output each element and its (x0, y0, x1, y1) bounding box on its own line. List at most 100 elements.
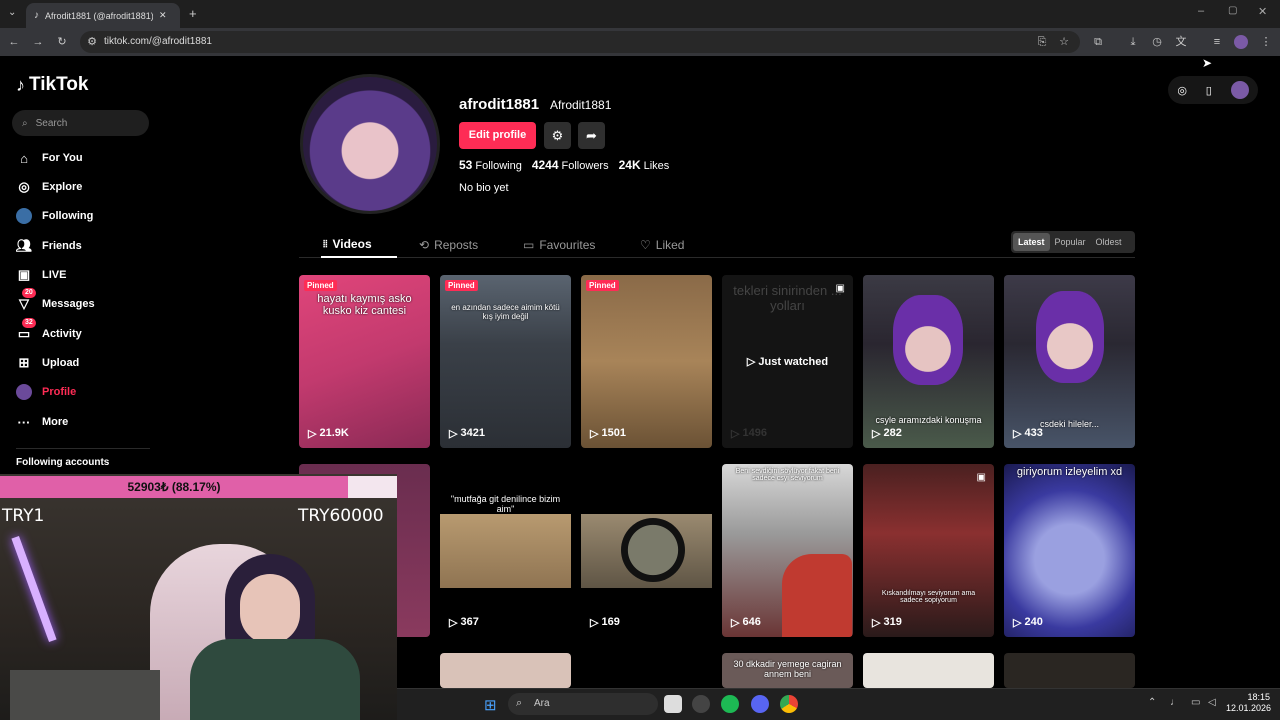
scope-graphic (621, 518, 685, 582)
share-button[interactable]: ➦ (578, 122, 605, 149)
tiktok-logo[interactable]: ♪ TikTok (16, 74, 88, 96)
video-thumbnail[interactable]: tekleri sinirinden ... yolları ▣ ▷ Just … (722, 275, 853, 448)
sort-latest[interactable]: Latest (1013, 233, 1050, 251)
followers-stat[interactable]: 4244 Followers (532, 158, 609, 172)
tab-reposts[interactable]: ⟲ Reposts (419, 232, 478, 258)
maximize-icon[interactable]: ▢ (1228, 5, 1237, 16)
chrome-icon[interactable] (780, 695, 798, 713)
site-info-icon[interactable]: ⚙ (84, 34, 100, 50)
video-thumbnail[interactable]: Pinned en azından sadece aimim kötü kış … (440, 275, 571, 448)
tray-chevron-icon[interactable]: ⌃ (1148, 697, 1156, 708)
view-count: ▷ 319 (872, 616, 902, 629)
edit-profile-button[interactable]: Edit profile (459, 122, 536, 149)
video-thumbnail[interactable] (1004, 653, 1135, 688)
video-thumbnail[interactable]: csdeki hileler... ▷ 433 (1004, 275, 1135, 448)
streamer-body (190, 639, 360, 720)
view-count: ▷ 1501 (590, 427, 626, 440)
address-bar[interactable]: tiktok.com/@afrodit1881 (80, 31, 1080, 53)
tab-videos[interactable]: ⦙⦙ Videos (321, 232, 397, 258)
view-count: ▷ 3421 (449, 427, 485, 440)
following-stat[interactable]: 53 Following (459, 158, 522, 172)
settings-button[interactable]: ⚙ (544, 122, 571, 149)
sidebar-item-messages[interactable]: ▽ 20 Messages (16, 288, 95, 315)
close-window-icon[interactable]: ✕ (1258, 5, 1267, 18)
following-label: Following (475, 160, 522, 172)
tab-favourites[interactable]: ▭ Favourites (523, 232, 595, 258)
chrome-profile-avatar[interactable] (1234, 35, 1248, 49)
extensions-icon[interactable]: ⧉ (1090, 34, 1106, 50)
play-icon: ▷ (1013, 428, 1022, 440)
translate-icon[interactable]: 文 (1173, 34, 1189, 50)
file-explorer-icon[interactable] (664, 695, 682, 713)
share-icon: ➦ (586, 128, 597, 143)
tab-title: Afrodit1881 (@afrodit1881) | TikTok (45, 10, 153, 21)
sidebar-item-live[interactable]: ▣ LIVE (16, 264, 67, 286)
minimize-icon[interactable]: – (1198, 5, 1204, 17)
sidebar-item-activity[interactable]: ▭ 32 Activity (16, 318, 82, 345)
chrome-menu-icon[interactable]: ⋮ (1258, 34, 1274, 50)
install-app-icon[interactable]: ⎘ (1034, 34, 1050, 50)
forward-icon[interactable]: → (30, 34, 46, 50)
spotify-icon[interactable] (721, 695, 739, 713)
search-input[interactable]: ⌕ Search (12, 110, 149, 136)
messages-icon: ▽ 20 (16, 288, 36, 312)
video-caption: giriyorum izleyelim xd (1016, 466, 1123, 478)
bookmark-star-icon[interactable]: ☆ (1056, 34, 1072, 50)
sort-popular[interactable]: Popular (1050, 233, 1091, 251)
user-avatar-icon[interactable] (1230, 81, 1249, 99)
view-count-value: 646 (742, 616, 761, 628)
close-tab-icon[interactable]: ✕ (159, 10, 167, 21)
windows-start-icon[interactable]: ⊞ (484, 696, 497, 714)
video-thumbnail[interactable]: ▣ Kıskandılmayı seviyorum ama sadece sop… (863, 464, 994, 637)
bookmark-icon: ▭ (523, 238, 535, 252)
network-icon[interactable]: ▭ (1191, 697, 1200, 708)
video-thumbnail[interactable]: 30 dkkadir yemege cagiran annem beni (722, 653, 853, 688)
view-count: ▷ 21.9K (308, 427, 349, 440)
video-thumbnail[interactable] (863, 653, 994, 688)
browser-tab-active[interactable]: ♪ Afrodit1881 (@afrodit1881) | TikTok ✕ (26, 3, 180, 28)
new-tab-icon[interactable]: + (189, 6, 197, 21)
gear-icon: ⚙ (551, 128, 564, 143)
sidebar-item-profile[interactable]: Profile (16, 381, 76, 403)
sidebar-item-upload[interactable]: ⊞ Upload (16, 352, 80, 374)
donation-goal-remaining (348, 476, 397, 498)
taskbar-search[interactable]: Ara (508, 693, 658, 715)
volume-icon[interactable]: ◁ (1208, 697, 1216, 708)
tab-list-icon[interactable]: ⌄ (8, 7, 16, 18)
video-thumbnail[interactable] (440, 653, 571, 688)
video-thumbnail[interactable]: Beni sevdiğini söylüyor fakat beni sadec… (722, 464, 853, 637)
live-icon: ▣ (17, 267, 31, 282)
sidebar-item-following[interactable]: Following (16, 205, 93, 227)
video-thumbnail[interactable]: csyle aramızdaki konuşma ▷ 282 (863, 275, 994, 448)
coins-icon[interactable]: ◎ (1177, 84, 1187, 97)
download-icon[interactable]: ⤓ (1125, 34, 1141, 50)
sidebar-item-explore[interactable]: ◎ Explore (16, 176, 82, 198)
video-thumbnail[interactable]: Pinned hayatı kaymış asko kusko kiz cant… (299, 275, 430, 448)
following-accounts-heading: Following accounts (16, 457, 110, 468)
microphone-icon[interactable]: ♩ (1170, 697, 1180, 708)
compass-icon: ◎ (18, 179, 30, 194)
sidebar-item-for-you[interactable]: ⌂ For You (16, 147, 82, 169)
history-icon[interactable]: ◷ (1149, 34, 1165, 50)
video-thumbnail[interactable]: "mutfağa git denilince bizim aim" ▷ 367 (440, 464, 571, 637)
discord-icon[interactable] (751, 695, 769, 713)
sort-oldest[interactable]: Oldest (1091, 233, 1127, 251)
sidebar-item-friends[interactable]: 👥︎ Friends (16, 235, 82, 257)
back-icon[interactable]: ← (6, 34, 22, 50)
media-control-icon[interactable]: ≡ (1209, 34, 1225, 50)
view-count-value: 1501 (601, 427, 626, 439)
tab-label: Videos (332, 237, 372, 251)
sidebar-item-more[interactable]: ··· More (16, 411, 69, 433)
play-icon: ▷ (449, 428, 458, 440)
reload-icon[interactable]: ↻ (54, 34, 70, 50)
profile-avatar[interactable] (300, 74, 440, 214)
device-icon[interactable]: ▯ (1206, 84, 1212, 97)
tab-liked[interactable]: ♡ Liked (640, 232, 684, 258)
video-thumbnail[interactable]: Pinned ▷ 1501 (581, 275, 712, 448)
video-thumbnail[interactable]: giriyorum izleyelim xd ▷ 240 (1004, 464, 1135, 637)
upload-icon: ⊞ (18, 355, 30, 370)
obs-icon[interactable] (692, 695, 710, 713)
home-icon: ⌂ (20, 150, 28, 166)
taskbar-clock[interactable]: 18:15 12.01.2026 (1226, 692, 1271, 714)
video-thumbnail[interactable]: ▷ 169 (581, 464, 712, 637)
